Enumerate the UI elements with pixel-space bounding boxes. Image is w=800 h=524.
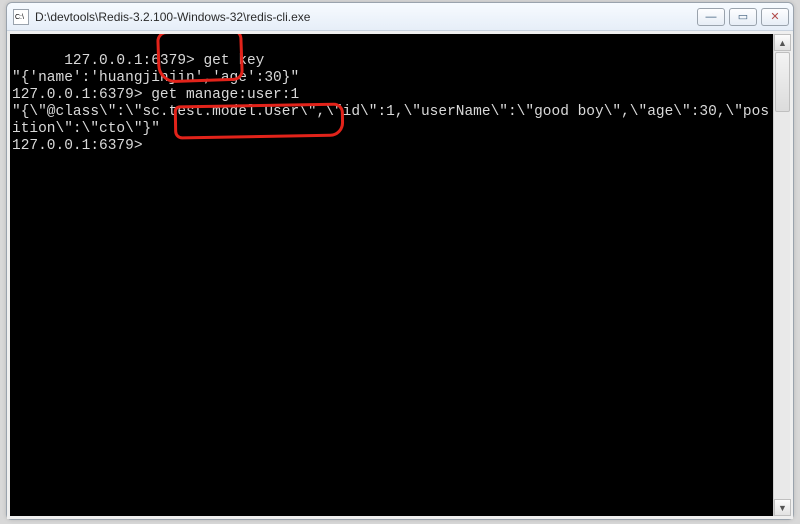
client-area: 127.0.0.1:6379> get key "{'name':'huangj… xyxy=(7,31,793,519)
close-button[interactable]: ✕ xyxy=(761,8,789,26)
window-title: D:\devtools\Redis-3.2.100-Windows-32\red… xyxy=(35,10,697,24)
app-icon xyxy=(13,9,29,25)
vertical-scrollbar[interactable]: ▲ ▼ xyxy=(773,34,790,516)
maximize-button[interactable]: ▭ xyxy=(729,8,757,26)
terminal-line: "{'name':'huangjinjin','age':30}" xyxy=(12,70,299,86)
scroll-thumb[interactable] xyxy=(775,52,790,112)
window-controls: — ▭ ✕ xyxy=(697,8,789,26)
title-bar[interactable]: D:\devtools\Redis-3.2.100-Windows-32\red… xyxy=(7,3,793,31)
scroll-up-button[interactable]: ▲ xyxy=(774,34,791,51)
terminal-output[interactable]: 127.0.0.1:6379> get key "{'name':'huangj… xyxy=(10,34,773,516)
terminal-line: "{\"@class\":\"sc.test.model.User\",\"id… xyxy=(12,104,769,137)
minimize-button[interactable]: — xyxy=(697,8,725,26)
app-window: D:\devtools\Redis-3.2.100-Windows-32\red… xyxy=(6,2,794,520)
terminal-line: 127.0.0.1:6379> get manage:user:1 xyxy=(12,87,299,103)
terminal-line: 127.0.0.1:6379> get key xyxy=(64,53,264,69)
scroll-down-button[interactable]: ▼ xyxy=(774,499,791,516)
terminal-line: 127.0.0.1:6379> xyxy=(12,138,143,154)
